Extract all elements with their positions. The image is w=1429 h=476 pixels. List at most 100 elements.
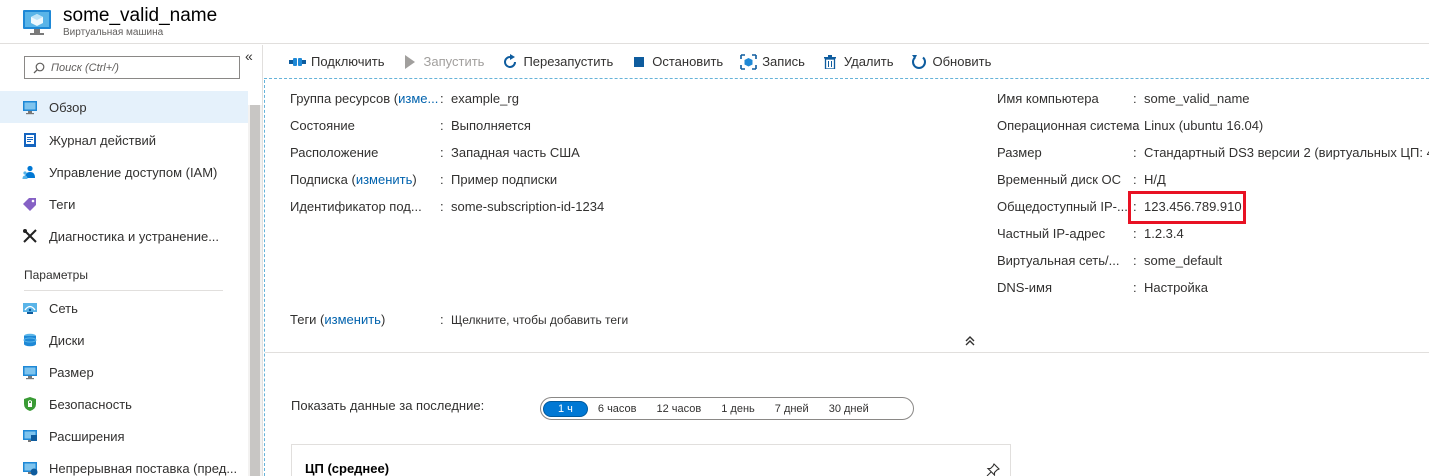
collapse-essentials-button[interactable] [965, 334, 975, 349]
delete-button[interactable]: Удалить [822, 54, 894, 70]
sidebar-item-extensions[interactable]: Расширения [0, 420, 248, 452]
sidebar-item-label: Непрерывная поставка (пред... [49, 460, 238, 476]
add-tags-link[interactable]: Щелкните, чтобы добавить теги [451, 311, 628, 329]
settings-section-title: Параметры [24, 268, 88, 282]
sidebar-scrollbar[interactable] [248, 105, 262, 476]
restart-icon [501, 53, 518, 70]
iam-icon [22, 164, 38, 180]
separator: : [1133, 172, 1137, 187]
sidebar-search[interactable] [24, 56, 240, 79]
change-tags-link[interactable]: изменить [324, 312, 381, 327]
refresh-icon [911, 54, 928, 70]
section-divider [24, 290, 223, 291]
subscription-link[interactable]: Пример подписки [451, 171, 557, 189]
cpu-metric-card[interactable]: ЦП (среднее) [291, 444, 1011, 476]
sidebar-item-tags[interactable]: Теги [0, 188, 248, 220]
public-ip-highlight-box [1128, 191, 1246, 224]
sidebar-item-activity-log[interactable]: Журнал действий [0, 124, 248, 156]
essentials-label: Расположение [290, 145, 379, 160]
change-resource-group-link[interactable]: изме... [398, 91, 438, 106]
essentials-label: Общедоступный IP-... [997, 199, 1128, 214]
play-icon [402, 54, 419, 70]
essentials-label: Подписка (изменить) [290, 172, 417, 187]
scrollbar-thumb[interactable] [250, 105, 260, 476]
vnet-link[interactable]: some_default [1144, 252, 1222, 270]
start-button[interactable]: Запустить [402, 54, 485, 70]
sidebar-item-label: Размер [49, 364, 94, 380]
stop-button[interactable]: Остановить [630, 54, 723, 70]
sidebar: « Обзор Журнал действий Управление досту… [0, 45, 263, 476]
essentials-label: Виртуальная сеть/... [997, 253, 1120, 268]
sidebar-item-label: Управление доступом (IAM) [49, 164, 218, 180]
sidebar-item-label: Диагностика и устранение... [49, 228, 220, 244]
disks-icon [22, 332, 38, 348]
separator: : [1133, 145, 1137, 160]
sidebar-item-disks[interactable]: Диски [0, 324, 248, 356]
search-icon [33, 62, 45, 73]
sidebar-item-label: Диски [49, 332, 85, 348]
essentials-label: Теги (изменить) [290, 312, 386, 327]
timerange-option-30d[interactable]: 30 дней [819, 401, 879, 417]
collapse-sidebar-button[interactable]: « [245, 48, 253, 64]
location-value: Западная часть США [451, 145, 580, 160]
resource-group-link[interactable]: example_rg [451, 90, 519, 108]
sidebar-item-diagnose[interactable]: Диагностика и устранение... [0, 220, 248, 252]
separator: : [1133, 253, 1137, 268]
essentials-label: Имя компьютера [997, 91, 1099, 106]
search-input[interactable] [51, 61, 231, 74]
start-label: Запустить [423, 54, 485, 69]
os-value: Linux (ubuntu 16.04) [1144, 118, 1264, 133]
separator: : [440, 199, 444, 214]
timerange-pill-group: 1 ч 6 часов 12 часов 1 день 7 дней 30 дн… [540, 397, 914, 420]
overview-content: Группа ресурсов (изме... : example_rg Со… [264, 80, 1429, 476]
sidebar-item-label: Теги [49, 196, 76, 212]
capture-icon [740, 53, 758, 70]
separator: : [1133, 226, 1137, 241]
timerange-option-7d[interactable]: 7 дней [765, 401, 819, 417]
sidebar-item-label: Расширения [49, 428, 125, 444]
separator: : [440, 312, 444, 327]
cpu-card-title: ЦП (среднее) [305, 461, 390, 476]
connect-icon [289, 54, 306, 70]
network-icon [22, 300, 38, 316]
virtual-machine-icon [23, 10, 51, 35]
refresh-button[interactable]: Обновить [911, 54, 992, 70]
sidebar-item-iam[interactable]: Управление доступом (IAM) [0, 156, 248, 188]
essentials-label: Состояние [290, 118, 355, 133]
essentials-label: Частный IP-адрес [997, 226, 1106, 241]
essentials-label: Временный диск ОС [997, 172, 1122, 187]
computer-name-value: some_valid_name [1144, 91, 1250, 106]
essentials-label: Группа ресурсов (изме... [290, 91, 439, 106]
sidebar-item-size[interactable]: Размер [0, 356, 248, 388]
delete-label: Удалить [843, 54, 894, 69]
sidebar-item-label: Сеть [49, 300, 78, 316]
timerange-label: Показать данные за последние: [291, 398, 485, 413]
capture-button[interactable]: Запись [740, 53, 805, 70]
timerange-option-6h[interactable]: 6 часов [588, 401, 647, 417]
sidebar-item-security[interactable]: Безопасность [0, 388, 248, 420]
pin-icon[interactable] [986, 463, 1000, 476]
dns-configure-link[interactable]: Настройка [1144, 279, 1208, 297]
sidebar-item-network[interactable]: Сеть [0, 292, 248, 324]
sidebar-item-label: Безопасность [49, 396, 132, 412]
sidebar-item-overview[interactable]: Обзор [0, 91, 248, 123]
diagnose-icon [22, 228, 38, 244]
essentials-label: DNS-имя [997, 280, 1053, 295]
restart-label: Перезапустить [523, 54, 614, 69]
stop-icon [630, 54, 647, 70]
separator: : [440, 145, 444, 160]
timerange-option-1d[interactable]: 1 день [711, 401, 765, 417]
essentials-label: Размер [997, 145, 1042, 160]
size-icon [22, 364, 38, 380]
timerange-option-12h[interactable]: 12 часов [647, 401, 712, 417]
sidebar-item-continuous-delivery[interactable]: Непрерывная поставка (пред... [0, 452, 248, 476]
restart-button[interactable]: Перезапустить [501, 53, 614, 70]
refresh-label: Обновить [932, 54, 992, 69]
page-title: some_valid_name [63, 5, 218, 26]
subscription-id-value: some-subscription-id-1234 [451, 199, 605, 214]
connect-button[interactable]: Подключить [289, 54, 385, 70]
change-subscription-link[interactable]: изменить [356, 172, 413, 187]
timerange-option-1h[interactable]: 1 ч [543, 400, 588, 417]
essentials-label: Идентификатор под... [290, 199, 422, 214]
private-ip-value: 1.2.3.4 [1144, 226, 1184, 241]
